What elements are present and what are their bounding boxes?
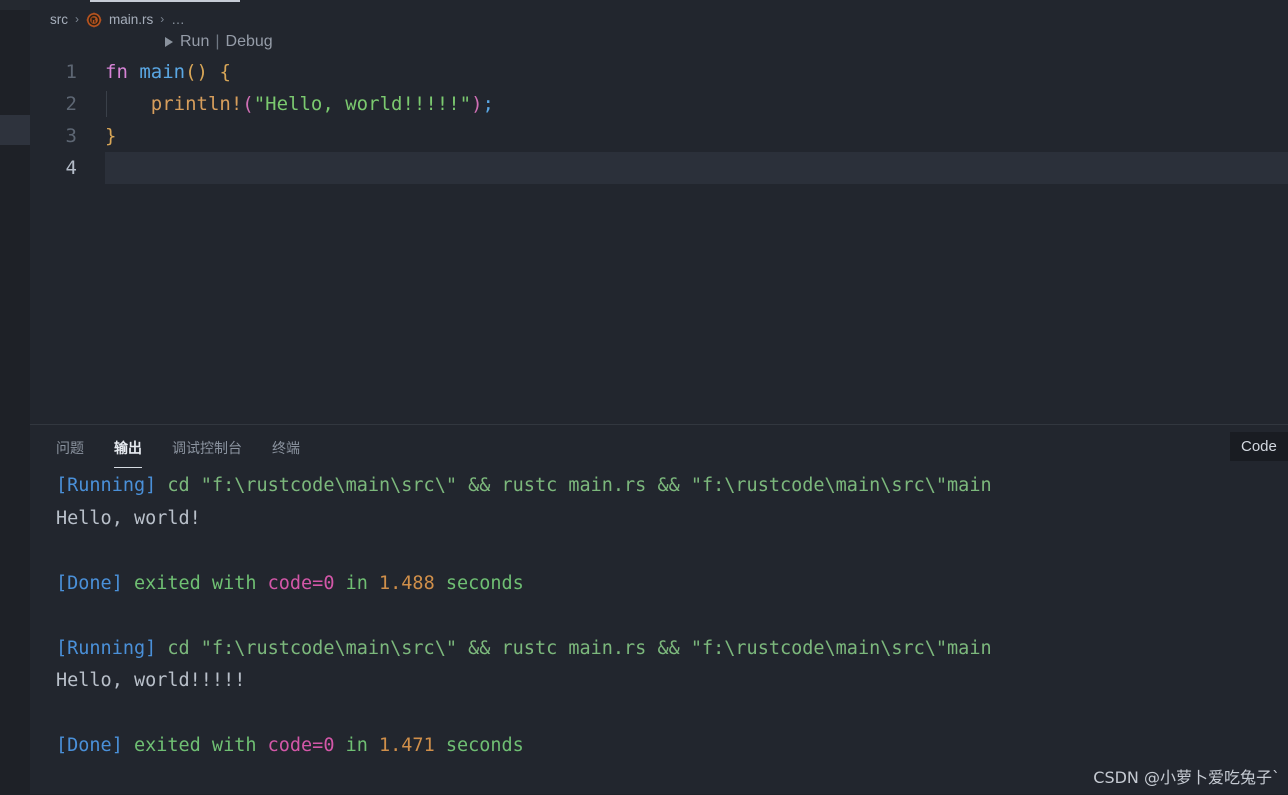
code-editor[interactable]: 1 fn main() {2 println!("Hello, world!!!!… (30, 56, 1288, 424)
output-console[interactable]: [Running] cd "f:\rustcode\main\src\" && … (30, 470, 1288, 795)
panel-tab-list[interactable]: 问题 输出 调试控制台 终端 (56, 435, 330, 468)
output-segment: [Done] (56, 735, 123, 756)
panel-header: 问题 输出 调试控制台 终端 Code (30, 425, 1288, 470)
code-token: () (185, 61, 208, 83)
line-number: 4 (65, 157, 77, 179)
play-icon (165, 37, 173, 47)
output-line: [Running] cd "f:\rustcode\main\src\" && … (56, 470, 1288, 503)
rust-icon (86, 12, 102, 28)
bottom-panel: 问题 输出 调试控制台 终端 Code [Running] cd "f:\rustco… (30, 424, 1288, 794)
code-token: ( (242, 93, 254, 115)
output-line: Hello, world!!!!! (56, 665, 1288, 698)
code-line[interactable]: 3} (30, 120, 1288, 152)
output-segment: [Done] (56, 572, 123, 594)
breadcrumb-item-mainrs[interactable]: main.rs (109, 12, 153, 27)
output-segment: code=0 (267, 735, 335, 756)
code-line-content[interactable]: println!("Hello, world!!!!!"); (105, 88, 1288, 120)
output-channel-select[interactable]: Code (1230, 432, 1288, 461)
indent-guide (106, 91, 107, 117)
watermark: CSDN @小萝卜爱吃兔子` (1093, 768, 1280, 787)
output-segment: in (334, 572, 380, 594)
editor-group: src › main.rs › … Run | Debug 1 fn main … (30, 0, 1288, 424)
code-token: "Hello, world!!!!!" (253, 93, 472, 115)
codelens-debug-link[interactable]: Debug (226, 33, 273, 51)
editor-tab-bar[interactable] (30, 0, 1288, 4)
output-segment: seconds (434, 572, 524, 594)
output-segment: [Running] (56, 637, 157, 659)
line-number: 1 (65, 61, 77, 83)
output-line: [Done] exited with code=0 in 1.471 secon… (56, 730, 1288, 763)
code-line-content[interactable]: fn main() { (105, 56, 1288, 88)
panel-actions[interactable]: Code (1230, 432, 1288, 461)
breadcrumb-separator: › (75, 12, 79, 26)
breadcrumb[interactable]: src › main.rs › … (30, 8, 186, 30)
activity-bar[interactable] (0, 0, 30, 794)
breadcrumb-item-overflow[interactable]: … (171, 12, 186, 27)
vscode-window: src › main.rs › … Run | Debug 1 fn main … (0, 0, 1288, 794)
output-line: [Done] exited with code=0 in 1.488 secon… (56, 568, 1288, 601)
output-line: Hello, world! (56, 503, 1288, 536)
codelens-run-debug[interactable]: Run | Debug (165, 30, 273, 54)
output-segment: code=0 (267, 572, 335, 594)
output-segment: Hello, world!!!!! (56, 670, 246, 691)
code-token: main (139, 61, 186, 83)
code-token: { (219, 61, 231, 83)
activity-bar-active-item[interactable] (0, 115, 30, 145)
line-number: 2 (65, 93, 77, 115)
output-segment: cd "f:\rustcode\main\src\" && rustc main… (156, 475, 992, 496)
tab-problems[interactable]: 问题 (56, 438, 84, 464)
tab-debug-console[interactable]: 调试控制台 (172, 438, 242, 464)
tab-terminal[interactable]: 终端 (272, 438, 300, 464)
output-segment: exited with (122, 735, 268, 756)
code-line-content[interactable] (105, 152, 1288, 184)
code-line[interactable]: 2 println!("Hello, world!!!!!"); (30, 88, 1288, 120)
code-line[interactable]: 4 (30, 152, 1288, 184)
output-segment: 1.488 (379, 572, 435, 594)
breadcrumb-item-src[interactable]: src (50, 12, 68, 27)
output-line: [Running] cd "f:\rustcode\main\src\" && … (56, 633, 1288, 666)
output-segment: cd "f:\rustcode\main\src\" && rustc main… (156, 637, 992, 659)
output-segment: [Running] (56, 475, 157, 496)
code-token: } (105, 125, 117, 147)
output-blank-line (56, 600, 1288, 633)
output-segment: 1.471 (379, 735, 435, 756)
code-token: fn (105, 61, 128, 83)
output-blank-line (56, 698, 1288, 731)
output-blank-line (56, 535, 1288, 568)
code-token: ; (482, 93, 494, 115)
output-segment: seconds (434, 735, 524, 756)
activity-bar-top-strip (0, 0, 30, 10)
breadcrumb-separator-2: › (160, 12, 165, 26)
codelens-divider: | (215, 33, 220, 50)
code-line-content[interactable]: } (105, 120, 1288, 152)
codelens-run-link[interactable]: Run (180, 33, 209, 51)
output-segment: exited with (122, 572, 268, 594)
line-number: 3 (65, 125, 77, 147)
code-token: ) (471, 93, 483, 115)
code-line[interactable]: 1 fn main() { (30, 56, 1288, 88)
tab-output[interactable]: 输出 (114, 438, 142, 468)
active-tab-indicator (90, 0, 240, 2)
code-token: println! (150, 93, 243, 115)
output-segment: in (334, 735, 380, 756)
output-segment: Hello, world! (56, 507, 201, 529)
